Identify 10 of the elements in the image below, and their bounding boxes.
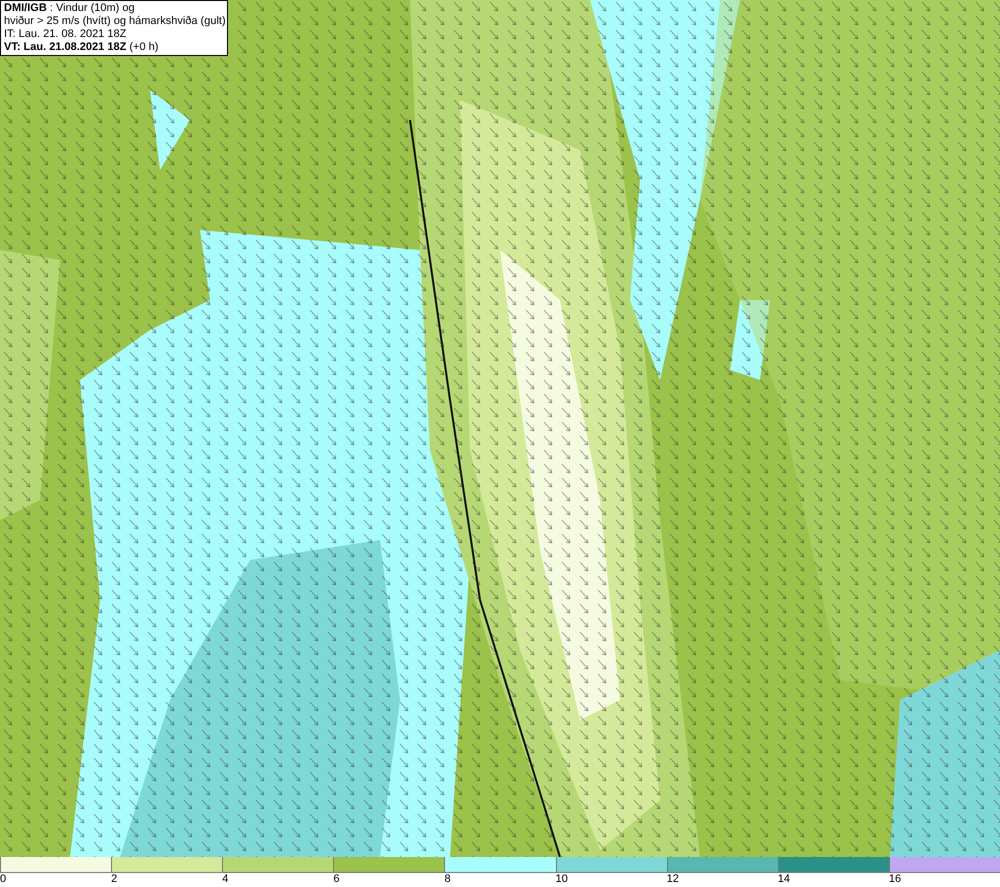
legend-label: 6 xyxy=(333,873,340,886)
legend-label: 0 xyxy=(0,873,6,886)
legend-label: 14 xyxy=(778,873,790,886)
legend-label: 10 xyxy=(556,873,568,886)
legend-label: 12 xyxy=(666,873,679,886)
map-caption: DMI/IGB : Vindur (10m) og hviður > 25 m/s (hvítt) og hámarkshviða (gult) IT: Lau. 21. 08. 2021 18Z VT: Lau. 21.08.2021 18Z (+0 h) xyxy=(0,0,228,56)
legend-label: 2 xyxy=(111,873,118,886)
legend-label: 16 xyxy=(888,873,902,886)
legend-label: 4 xyxy=(222,873,228,886)
legend-label: 8 xyxy=(444,873,451,886)
